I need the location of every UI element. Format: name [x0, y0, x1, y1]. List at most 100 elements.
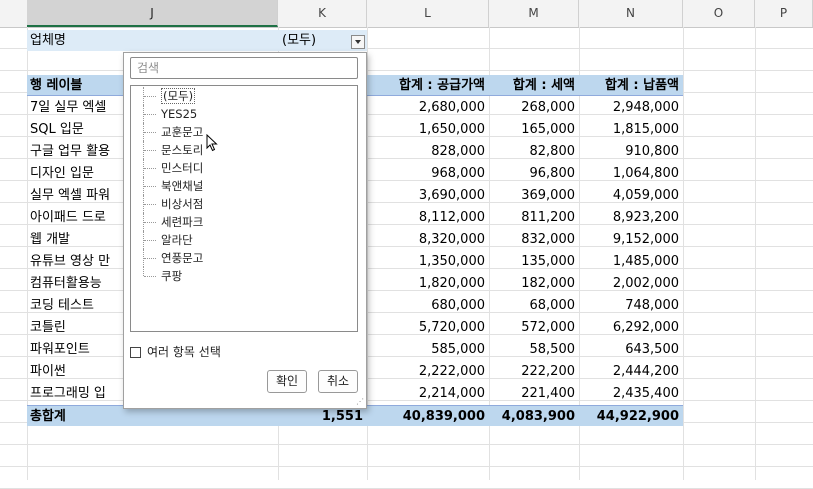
- cell-total[interactable]: 1,815,000: [579, 119, 683, 140]
- cell-total[interactable]: 2,948,000: [579, 97, 683, 118]
- cell-tax[interactable]: 221,400: [489, 383, 579, 404]
- tree-connector: [143, 159, 158, 177]
- tree-connector: [143, 141, 158, 159]
- filter-item[interactable]: 연풍문고: [139, 249, 203, 267]
- column-header-m[interactable]: M: [489, 0, 579, 27]
- cell-total[interactable]: 2,444,200: [579, 361, 683, 382]
- tree-connector: [143, 231, 158, 249]
- tree-connector: [143, 249, 158, 267]
- filter-item[interactable]: 북앤채널: [139, 177, 203, 195]
- cell-supply[interactable]: 1,650,000: [367, 119, 489, 140]
- cell-supply[interactable]: 3,690,000: [367, 185, 489, 206]
- tree-connector: [143, 195, 158, 213]
- cell-supply[interactable]: 585,000: [367, 339, 489, 360]
- pivot-col-header-total[interactable]: 합계 : 납품액: [579, 75, 683, 96]
- filter-item-label: 교훈문고: [161, 125, 204, 139]
- cell-total[interactable]: 748,000: [579, 295, 683, 316]
- column-header-k[interactable]: K: [278, 0, 367, 27]
- tree-connector: [143, 177, 158, 195]
- resize-grip-icon[interactable]: ⋰: [356, 398, 364, 406]
- cell-tax[interactable]: 135,000: [489, 251, 579, 272]
- cell-supply[interactable]: 1,820,000: [367, 273, 489, 294]
- cell-tax[interactable]: 832,000: [489, 229, 579, 250]
- filter-item-label: 쿠팡: [161, 269, 183, 283]
- cell-total[interactable]: 8,923,200: [579, 207, 683, 228]
- cell-supply[interactable]: 2,222,000: [367, 361, 489, 382]
- sheet-row: [0, 423, 813, 445]
- mouse-cursor-icon: [206, 134, 218, 152]
- grand-total-tax[interactable]: 4,083,900: [489, 405, 579, 426]
- filter-item[interactable]: 민스터디: [139, 159, 203, 177]
- filter-item[interactable]: 세련파크: [139, 213, 203, 231]
- filter-item[interactable]: 교훈문고: [139, 123, 203, 141]
- ok-button[interactable]: 확인: [267, 370, 307, 393]
- checkbox-icon[interactable]: [130, 347, 141, 358]
- cell-tax[interactable]: 268,000: [489, 97, 579, 118]
- cell-total[interactable]: 2,002,000: [579, 273, 683, 294]
- filter-label[interactable]: 업체명: [27, 30, 278, 51]
- filter-dropdown-panel: 검색 (모두) YES25 교훈문고 문스토리 민스터디 북앤채널 비상서점 세…: [123, 52, 367, 409]
- filter-item-label: 알라단: [161, 233, 193, 247]
- cell-tax[interactable]: 58,500: [489, 339, 579, 360]
- cell-supply[interactable]: 1,350,000: [367, 251, 489, 272]
- filter-item[interactable]: 알라단: [139, 231, 193, 249]
- cell-total[interactable]: 9,152,000: [579, 229, 683, 250]
- column-header-j[interactable]: J: [27, 0, 278, 27]
- column-header-n[interactable]: N: [579, 0, 683, 27]
- cancel-button[interactable]: 취소: [318, 370, 358, 393]
- filter-item[interactable]: (모두): [139, 87, 196, 105]
- cell-total[interactable]: 4,059,000: [579, 185, 683, 206]
- filter-item-label: 북앤채널: [161, 179, 204, 193]
- cell-total[interactable]: 1,064,800: [579, 163, 683, 184]
- tree-connector: [143, 105, 158, 123]
- cell-tax[interactable]: 165,000: [489, 119, 579, 140]
- tree-connector: [143, 213, 158, 231]
- cell-tax[interactable]: 369,000: [489, 185, 579, 206]
- sheet-row: [0, 445, 813, 467]
- cell-supply[interactable]: 828,000: [367, 141, 489, 162]
- filter-item-label: 세련파크: [161, 215, 204, 229]
- filter-item[interactable]: 쿠팡: [139, 267, 182, 285]
- filter-item[interactable]: 문스토리: [139, 141, 203, 159]
- cell-total[interactable]: 643,500: [579, 339, 683, 360]
- filter-item-list: (모두) YES25 교훈문고 문스토리 민스터디 북앤채널 비상서점 세련파크…: [130, 85, 358, 332]
- cell-tax[interactable]: 68,000: [489, 295, 579, 316]
- cell-supply[interactable]: 8,112,000: [367, 207, 489, 228]
- cell-tax[interactable]: 182,000: [489, 273, 579, 294]
- filter-dropdown-button[interactable]: [351, 35, 365, 49]
- cell-supply[interactable]: 8,320,000: [367, 229, 489, 250]
- pivot-col-header-supply[interactable]: 합계 : 공급가액: [367, 75, 489, 96]
- column-header-p[interactable]: P: [755, 0, 813, 27]
- cell-tax[interactable]: 96,800: [489, 163, 579, 184]
- cell-total[interactable]: 6,292,000: [579, 317, 683, 338]
- filter-item-label: 연풍문고: [161, 251, 204, 265]
- filter-item-label: 문스토리: [161, 143, 204, 157]
- tree-connector: [143, 87, 158, 105]
- multi-select-label: 여러 항목 선택: [147, 345, 221, 359]
- cell-supply[interactable]: 680,000: [367, 295, 489, 316]
- column-header-l[interactable]: L: [367, 0, 489, 27]
- cell-supply[interactable]: 2,680,000: [367, 97, 489, 118]
- filter-item-label: 비상서점: [161, 197, 204, 211]
- cell-total[interactable]: 910,800: [579, 141, 683, 162]
- pivot-col-header-tax[interactable]: 합계 : 세액: [489, 75, 579, 96]
- filter-item[interactable]: YES25: [139, 105, 197, 123]
- cell-supply[interactable]: 5,720,000: [367, 317, 489, 338]
- cell-tax[interactable]: 82,800: [489, 141, 579, 162]
- multi-select-option[interactable]: 여러 항목 선택: [130, 343, 221, 361]
- cell-tax[interactable]: 222,200: [489, 361, 579, 382]
- grand-total-supply[interactable]: 40,839,000: [367, 405, 489, 426]
- filter-item-label: YES25: [161, 107, 198, 121]
- cell-total[interactable]: 1,485,000: [579, 251, 683, 272]
- cell-tax[interactable]: 572,000: [489, 317, 579, 338]
- grand-total-total[interactable]: 44,922,900: [579, 405, 683, 426]
- filter-item[interactable]: 비상서점: [139, 195, 203, 213]
- cell-supply[interactable]: 968,000: [367, 163, 489, 184]
- cell-total[interactable]: 2,435,400: [579, 383, 683, 404]
- cell-tax[interactable]: 811,200: [489, 207, 579, 228]
- column-header-o[interactable]: O: [683, 0, 755, 27]
- sheet-row: [0, 467, 813, 489]
- tree-connector: [143, 123, 158, 141]
- search-input[interactable]: 검색: [130, 57, 358, 79]
- cell-supply[interactable]: 2,214,000: [367, 383, 489, 404]
